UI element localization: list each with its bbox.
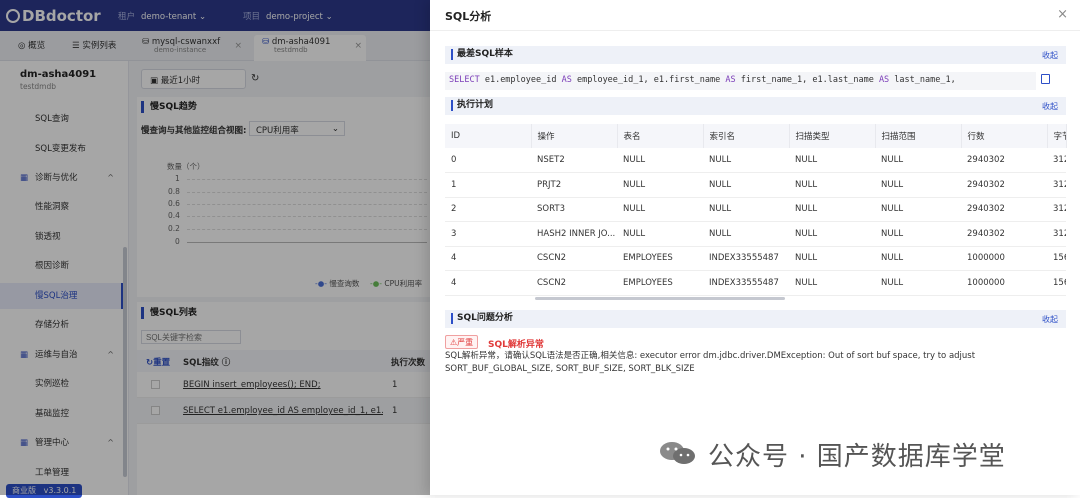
collapse-button[interactable]: 收起 [1042, 314, 1058, 325]
error-detail: SQL解析异常，请确认SQL语法是否正确,相关信息: executor erro… [445, 351, 976, 374]
plan-cell: 2940302 [961, 197, 1047, 222]
plan-cell: 3 [445, 221, 531, 247]
plan-cell: PRJT2 [531, 172, 617, 198]
plan-cell: 1 [445, 172, 531, 198]
plan-cell: NULL [875, 270, 961, 296]
plan-col-header: 扫描范围 [875, 124, 962, 148]
watermark-text: 公众号 · 国产数据库学堂 [708, 442, 1006, 472]
plan-cell: NULL [617, 197, 703, 222]
sql-analysis-drawer: SQL分析 × 最差SQL样本 收起 SELECT e1.employee_id… [430, 0, 1080, 495]
plan-cell: 1000000 [961, 246, 1047, 271]
drawer-title: SQL分析 [445, 10, 492, 23]
problem-title: SQL问题分析 [451, 313, 513, 324]
plan-cell: EMPLOYEES [617, 246, 703, 271]
plan-section-header: 执行计划 收起 [445, 97, 1066, 115]
plan-cell: NULL [875, 148, 961, 173]
plan-cell: 2940302 [961, 148, 1047, 173]
plan-col-header: 索引名 [703, 124, 790, 148]
plan-row: 3 HASH2 INNER JO... NULL NULL NULL NULL 294030… [445, 221, 1066, 247]
plan-cell: 312 [1047, 221, 1066, 247]
plan-cell: 1000000 [961, 270, 1047, 296]
plan-header-row: ID操作表名索引名扫描类型扫描范围行数字节 [445, 124, 1067, 148]
plan-cell: NULL [789, 221, 875, 247]
plan-cell: 0 [445, 148, 531, 173]
plan-cell: NULL [703, 221, 789, 247]
plan-cell: 2940302 [961, 172, 1047, 198]
plan-cell: NULL [789, 172, 875, 198]
plan-cell: 312 [1047, 197, 1066, 222]
plan-cell: NULL [875, 246, 961, 271]
plan-cell: NSET2 [531, 148, 617, 173]
execution-plan-table: ID操作表名索引名扫描类型扫描范围行数字节 0NSET2NULLNULLNULL… [445, 124, 1067, 296]
problem-section-header: SQL问题分析 收起 [445, 310, 1066, 328]
plan-col-header: 操作 [531, 124, 618, 148]
plan-cell: NULL [789, 197, 875, 222]
sql-text: last_name_1, [889, 75, 956, 85]
plan-cell: 312 [1047, 148, 1066, 173]
wechat-icon [660, 442, 695, 464]
plan-cell: 312 [1047, 172, 1066, 198]
plan-cell: HASH2 INNER JO... [531, 221, 617, 247]
plan-col-header: 表名 [617, 124, 704, 148]
plan-cell: EMPLOYEES [617, 270, 703, 296]
copy-icon[interactable] [1041, 74, 1050, 84]
error-title: SQL解析异常 [488, 340, 544, 350]
sql-text: e1.employee_id [479, 75, 562, 85]
plan-cell: CSCN2 [531, 270, 617, 296]
plan-row: 0NSET2NULLNULLNULLNULL2940302312 [445, 148, 1066, 173]
plan-cell: NULL [703, 172, 789, 198]
plan-cell: INDEX33555487 [703, 270, 789, 296]
plan-row: 4 CSCN2 EMPLOYEES INDEX33555487 NULL NULL 1000… [445, 270, 1066, 296]
sql-text: employee_id_1, e1.first_name [571, 75, 726, 85]
horizontal-scrollbar[interactable] [535, 297, 785, 300]
sample-section-header: 最差SQL样本 收起 [445, 46, 1066, 64]
sample-title: 最差SQL样本 [451, 49, 513, 60]
plan-cell: 4 [445, 246, 531, 271]
divider [430, 30, 1080, 31]
close-icon[interactable]: × [1057, 7, 1068, 22]
modal-backdrop[interactable] [0, 0, 430, 495]
plan-cell: NULL [789, 246, 875, 271]
severity-badge: ⚠严重 [445, 335, 479, 349]
plan-cell: NULL [703, 197, 789, 222]
plan-col-header: 扫描类型 [789, 124, 876, 148]
plan-cell: INDEX33555487 [703, 246, 789, 271]
plan-row: 2SORT3NULLNULLNULLNULL2940302312 [445, 197, 1066, 222]
sql-keyword: SELECT [449, 75, 480, 85]
sql-keyword: AS [561, 75, 572, 85]
plan-row: 4 CSCN2 EMPLOYEES INDEX33555487 NULL NULL 1000… [445, 246, 1066, 271]
plan-cell: NULL [789, 148, 875, 173]
plan-cell: 156 [1047, 246, 1066, 271]
collapse-button[interactable]: 收起 [1042, 50, 1058, 61]
plan-col-header: 行数 [961, 124, 1048, 148]
plan-cell: 156 [1047, 270, 1066, 296]
plan-col-header: ID [445, 124, 532, 148]
plan-cell: NULL [875, 221, 961, 247]
plan-cell: SORT3 [531, 197, 617, 222]
plan-cell: NULL [703, 148, 789, 173]
plan-cell: NULL [617, 221, 703, 247]
sql-keyword: AS [725, 75, 736, 85]
sql-keyword: AS [878, 75, 890, 85]
plan-cell: NULL [875, 197, 961, 222]
plan-col-header: 字节 [1047, 124, 1067, 148]
plan-cell: 2 [445, 197, 531, 222]
sql-text: first_name_1, e1.last_name [735, 75, 879, 85]
plan-cell: CSCN2 [531, 246, 617, 271]
plan-row: 1PRJT2NULLNULLNULLNULL2940302312 [445, 172, 1066, 198]
plan-title: 执行计划 [451, 100, 493, 111]
plan-cell: NULL [617, 148, 703, 173]
collapse-button[interactable]: 收起 [1042, 101, 1058, 112]
plan-cell: 4 [445, 270, 531, 296]
plan-cell: NULL [617, 172, 703, 198]
sql-sample-code: SELECT e1.employee_id AS employee_id_1, … [445, 72, 1036, 90]
plan-cell: 2940302 [961, 221, 1047, 247]
plan-cell: NULL [875, 172, 961, 198]
plan-cell: NULL [789, 270, 875, 296]
